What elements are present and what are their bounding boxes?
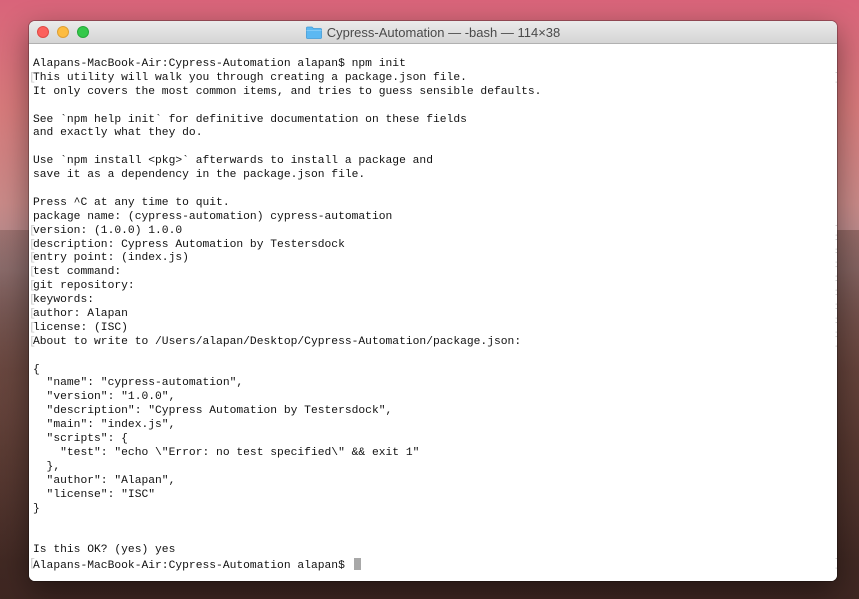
terminal-text: Alapans-MacBook-Air:Cypress-Automation a… (29, 58, 837, 573)
terminal-line: [keywords:] (29, 294, 837, 308)
terminal-line-text: Use `npm install <pkg>` afterwards to in… (33, 155, 433, 168)
line-marker-right: ] (834, 294, 837, 308)
terminal-line: [description: Cypress Automation by Test… (29, 238, 837, 253)
terminal-line: [About to write to /Users/alapan/Desktop… (29, 335, 837, 350)
terminal-line-text: "description": "Cypress Automation by Te… (33, 405, 393, 418)
line-marker-right: ] (834, 558, 837, 572)
line-marker-right: ] (834, 322, 837, 336)
terminal-line-text: save it as a dependency in the package.j… (33, 169, 366, 182)
terminal-line-text: Alapans-MacBook-Air:Cypress-Automation a… (33, 560, 352, 573)
terminal-line-text: See `npm help init` for definitive docum… (33, 113, 467, 126)
terminal-line-text: About to write to /Users/alapan/Desktop/… (33, 335, 522, 348)
terminal-line: "name": "cypress-automation", (33, 377, 829, 391)
terminal-line-text: "name": "cypress-automation", (33, 377, 244, 390)
terminal-line: Alapans-MacBook-Air:Cypress-Automation a… (33, 58, 829, 72)
terminal-line-text: It only covers the most common items, an… (33, 85, 542, 98)
terminal-line: See `npm help init` for definitive docum… (33, 114, 829, 128)
terminal-line-text: "scripts": { (33, 433, 128, 446)
terminal-line-text: "test": "echo \"Error: no test specified… (33, 446, 420, 459)
terminal-line-text: "author": "Alapan", (33, 474, 176, 487)
terminal-window[interactable]: Cypress-Automation — -bash — 114×38 Alap… (29, 21, 837, 581)
line-marker-right: ] (834, 239, 837, 253)
terminal-line: { (33, 364, 829, 378)
terminal-output-area[interactable]: Alapans-MacBook-Air:Cypress-Automation a… (29, 44, 837, 581)
text-cursor (353, 558, 361, 571)
terminal-line-text: Press ^C at any time to quit. (33, 196, 230, 209)
terminal-line-text: description: Cypress Automation by Teste… (33, 238, 345, 251)
terminal-line: "author": "Alapan", (33, 475, 829, 489)
terminal-line: package name: (cypress-automation) cypre… (33, 211, 829, 225)
terminal-line-text: "main": "index.js", (33, 419, 176, 432)
line-marker-right: ] (834, 280, 837, 294)
line-marker-left: [ (29, 280, 36, 293)
line-marker-right: ] (834, 252, 837, 266)
terminal-line: [version: (1.0.0) 1.0.0] (29, 224, 837, 239)
terminal-line-text: { (33, 363, 40, 376)
terminal-line: "test": "echo \"Error: no test specified… (33, 447, 829, 461)
terminal-line: Is this OK? (yes) yes (33, 544, 829, 558)
line-marker-left: [ (29, 224, 36, 237)
line-marker-left: [ (29, 238, 36, 251)
terminal-line: Use `npm install <pkg>` afterwards to in… (33, 155, 829, 169)
terminal-line-text: "license": "ISC" (33, 488, 156, 501)
terminal-line-text: "version": "1.0.0", (33, 391, 176, 404)
line-marker-right: ] (834, 308, 837, 322)
terminal-line: [author: Alapan] (29, 308, 837, 322)
line-marker-right: ] (834, 266, 837, 280)
terminal-line-text: Is this OK? (yes) yes (33, 544, 176, 557)
terminal-line: [test command:] (29, 266, 837, 280)
terminal-line-text: git repository: (33, 280, 135, 293)
terminal-line: [entry point: (index.js)] (29, 252, 837, 266)
terminal-line: [license: (ISC)] (29, 321, 837, 336)
terminal-line: }, (33, 461, 829, 475)
terminal-line-text: This utility will walk you through creat… (33, 71, 467, 84)
line-marker-left: [ (29, 252, 36, 265)
terminal-line: It only covers the most common items, an… (33, 86, 829, 100)
terminal-line: "main": "index.js", (33, 419, 829, 433)
line-marker-left: [ (29, 335, 36, 348)
folder-icon (305, 26, 322, 39)
line-marker-left: [ (29, 308, 36, 321)
terminal-line-text: keywords: (33, 294, 95, 307)
terminal-line-text: and exactly what they do. (33, 127, 203, 140)
terminal-line-text: }, (33, 460, 61, 473)
terminal-line-text: Alapans-MacBook-Air:Cypress-Automation a… (33, 58, 406, 70)
terminal-line-text: package name: (cypress-automation) cypre… (33, 210, 393, 223)
window-title: Cypress-Automation — -bash — 114×38 (326, 24, 561, 40)
terminal-line: [Alapans-MacBook-Air:Cypress-Automation … (29, 558, 837, 573)
terminal-line-text: author: Alapan (33, 308, 128, 321)
terminal-line: and exactly what they do. (33, 127, 829, 141)
terminal-line: save it as a dependency in the package.j… (33, 169, 829, 183)
terminal-line-text: test command: (33, 266, 122, 279)
line-marker-left: [ (29, 321, 36, 334)
terminal-line: Press ^C at any time to quit. (33, 197, 829, 211)
terminal-line: [git repository:] (29, 280, 837, 294)
terminal-line: "license": "ISC" (33, 489, 829, 503)
terminal-line: "scripts": { (33, 433, 829, 447)
terminal-line-text: entry point: (index.js) (33, 252, 189, 265)
terminal-line: "description": "Cypress Automation by Te… (33, 405, 829, 419)
line-marker-left: [ (29, 558, 36, 571)
terminal-line-text: version: (1.0.0) 1.0.0 (33, 224, 183, 237)
terminal-line: "version": "1.0.0", (33, 391, 829, 405)
window-title-area: Cypress-Automation — -bash — 114×38 (29, 21, 837, 43)
terminal-line: [This utility will walk you through crea… (29, 71, 837, 86)
terminal-line: } (33, 503, 829, 517)
terminal-line-text: } (33, 502, 40, 515)
line-marker-left: [ (29, 294, 36, 307)
terminal-line-text: license: (ISC) (33, 321, 128, 334)
line-marker-right: ] (834, 336, 837, 350)
line-marker-right: ] (834, 72, 837, 86)
line-marker-left: [ (29, 71, 36, 84)
title-bar[interactable]: Cypress-Automation — -bash — 114×38 (29, 21, 837, 44)
line-marker-right: ] (834, 225, 837, 239)
line-marker-left: [ (29, 266, 36, 279)
